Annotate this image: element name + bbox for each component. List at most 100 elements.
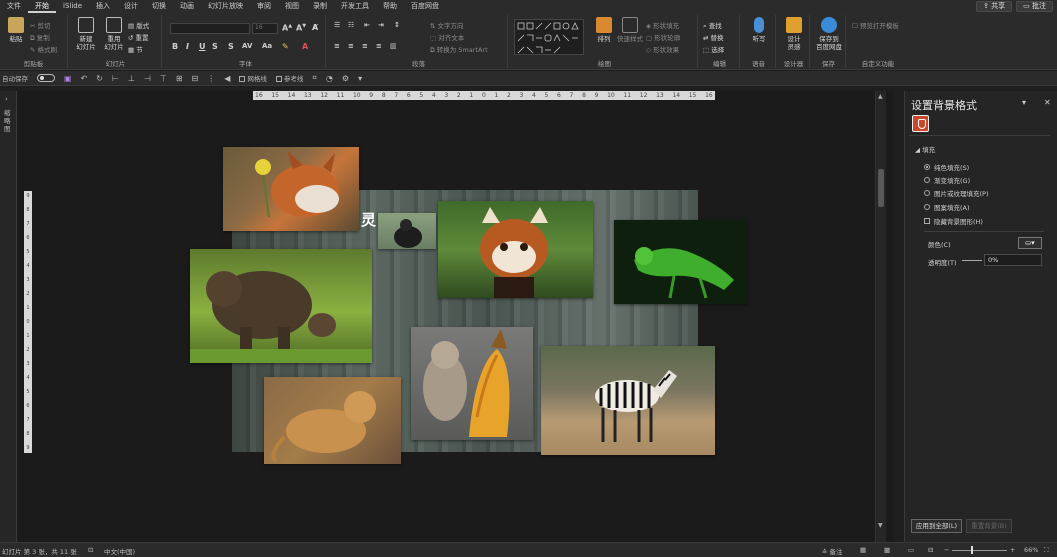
bear-photo[interactable] (190, 249, 372, 363)
apply-to-all-button[interactable]: 应用到全部(L) (911, 519, 962, 533)
numbering-icon[interactable]: ☷ (348, 21, 354, 29)
menu-developer[interactable]: 开发工具 (334, 0, 376, 13)
guides-checkbox[interactable]: 参考线 (275, 73, 303, 83)
menu-design[interactable]: 设计 (117, 0, 145, 13)
bullets-icon[interactable]: ☰ (334, 21, 340, 29)
zoom-in-icon[interactable]: + (1010, 546, 1015, 554)
save-icon[interactable]: ▣ (64, 74, 72, 83)
undo-icon[interactable]: ↶ (81, 74, 88, 83)
increase-indent-icon[interactable]: ⇥ (378, 21, 384, 29)
slide-title-char[interactable]: 灵 (361, 209, 376, 230)
bold-button[interactable]: B (172, 42, 178, 51)
decrease-indent-icon[interactable]: ⇤ (364, 21, 370, 29)
reading-view-icon[interactable]: ▭ (908, 546, 914, 554)
reuse-slides-button[interactable]: 重用 幻灯片 (100, 17, 128, 51)
menu-file[interactable]: 文件 (0, 0, 28, 13)
menu-help[interactable]: 帮助 (376, 0, 404, 13)
layout-button[interactable]: ▤ 版式 (128, 20, 149, 30)
redo-icon[interactable]: ↻ (96, 74, 103, 83)
red-panda-photo[interactable] (438, 201, 593, 298)
slide-sorter-icon[interactable]: ▩ (884, 546, 890, 554)
zebra-photo[interactable] (541, 346, 715, 455)
transparency-input[interactable]: 0% (984, 254, 1042, 266)
zoom-out-icon[interactable]: − (944, 546, 949, 554)
autosave-toggle[interactable] (37, 74, 55, 82)
shape-fill-button[interactable]: ◈ 形状填充 (646, 20, 679, 30)
font-size-dropdown[interactable]: 16 (252, 23, 278, 34)
reset-background-button[interactable]: 重置背景(B) (966, 519, 1012, 533)
shape-effect-button[interactable]: ◇ 形状效果 (646, 44, 679, 54)
menu-slideshow[interactable]: 幻灯片放映 (201, 0, 250, 13)
paste-button[interactable]: 粘贴 (2, 17, 30, 43)
smartart-button[interactable]: ⧉ 转换为 SmartArt (430, 44, 488, 55)
shape-outline-button[interactable]: ▢ 形状轮廓 (646, 32, 680, 42)
copy-button[interactable]: ⧉ 复制 (30, 32, 50, 43)
canvas-vertical-scrollbar[interactable]: ▲ ▼ (875, 91, 886, 542)
strikethrough-button[interactable]: S (212, 42, 218, 51)
fox-photo[interactable] (223, 147, 359, 231)
comments-button[interactable]: ▭ 批注 (1016, 1, 1053, 12)
align-center-qat-icon[interactable]: ⊥ (128, 74, 135, 83)
change-case-button[interactable]: Aa (262, 42, 272, 50)
gridlines-checkbox[interactable]: 网格线 (239, 73, 267, 83)
italic-button[interactable]: I (186, 42, 189, 51)
normal-view-icon[interactable]: ▦ (860, 546, 866, 554)
zoom-level[interactable]: 66% (1024, 546, 1038, 554)
columns-icon[interactable]: ▥ (390, 42, 397, 50)
align-left-qat-icon[interactable]: ⊢ (112, 74, 119, 83)
menu-animations[interactable]: 动画 (173, 0, 201, 13)
font-color-icon[interactable]: A (302, 42, 308, 51)
iguana-photo[interactable] (614, 220, 747, 304)
merge-shapes-icon[interactable]: ◔ (326, 74, 333, 83)
align-bottom-qat-icon[interactable]: ⊟ (192, 74, 199, 83)
select-button[interactable]: ⬚ 选择 (703, 44, 724, 54)
notes-button[interactable]: ≙ 备注 (822, 546, 843, 556)
pane-options-icon[interactable]: ▾ (1022, 98, 1026, 107)
menu-review[interactable]: 审阅 (250, 0, 278, 13)
auto-preview-checkbox[interactable]: ☐ 预览打开模板 (852, 20, 899, 30)
scroll-down-icon[interactable]: ▼ (878, 522, 883, 529)
hide-bg-graphics-option[interactable]: 隐藏背景图形(H) (924, 216, 983, 226)
format-painter-button[interactable]: ✎ 格式刷 (30, 44, 57, 54)
squirrel-corn-photo[interactable] (411, 327, 533, 440)
align-center-icon[interactable]: ≡ (348, 42, 354, 50)
justify-icon[interactable]: ≡ (376, 42, 382, 50)
align-right-icon[interactable]: ≡ (362, 42, 368, 50)
font-name-dropdown[interactable] (170, 23, 250, 34)
replace-button[interactable]: ⇄ 替换 (703, 32, 724, 42)
scrollbar-thumb[interactable] (878, 169, 884, 207)
shapes-gallery[interactable] (514, 19, 584, 55)
shadow-button[interactable]: S (228, 42, 234, 51)
picture-fill-option[interactable]: 图片或纹理填充(P) (924, 188, 989, 198)
accessibility-icon[interactable]: ⊡ (88, 546, 93, 554)
pattern-fill-option[interactable]: 图案填充(A) (924, 202, 970, 212)
menu-record[interactable]: 录制 (306, 0, 334, 13)
play-icon[interactable]: ◀ (224, 74, 230, 83)
color-picker-button[interactable]: ⛀▾ (1018, 237, 1042, 249)
close-icon[interactable]: ✕ (1044, 98, 1051, 107)
transparency-slider[interactable] (962, 260, 982, 261)
underline-button[interactable]: U (199, 42, 206, 51)
zoom-slider[interactable] (952, 550, 1007, 551)
menu-baidu[interactable]: 百度网盘 (404, 0, 446, 13)
lioness-photo[interactable] (264, 377, 401, 464)
fill-section-header[interactable]: ◢ 填充 (915, 144, 935, 154)
expand-thumbnails-icon[interactable]: › (5, 95, 8, 103)
new-slide-button[interactable]: 新建 幻灯片 (72, 17, 100, 51)
gradient-fill-option[interactable]: 渐变填充(G) (924, 175, 970, 185)
zoom-slider-knob[interactable] (971, 546, 973, 554)
solid-fill-option[interactable]: 纯色填充(S) (924, 162, 969, 172)
char-spacing-button[interactable]: AV (242, 42, 252, 50)
reset-button[interactable]: ↺ 重置 (128, 32, 149, 42)
fill-tab-icon[interactable] (912, 115, 929, 132)
align-top-qat-icon[interactable]: ⊤ (160, 74, 167, 83)
slideshow-view-icon[interactable]: ⊟ (928, 546, 933, 554)
align-left-icon[interactable]: ≡ (334, 42, 340, 50)
crop-icon[interactable]: ⌗ (312, 73, 317, 83)
distribute-qat-icon[interactable]: ⋮ (207, 74, 215, 83)
align-middle-qat-icon[interactable]: ⊞ (176, 74, 183, 83)
section-button[interactable]: ▦ 节 (128, 44, 143, 54)
find-button[interactable]: ⌕ 查找 (703, 20, 722, 31)
align-text-button[interactable]: ⬚ 对齐文本 (430, 32, 464, 42)
shrink-font-button[interactable]: A▼ (296, 23, 306, 33)
